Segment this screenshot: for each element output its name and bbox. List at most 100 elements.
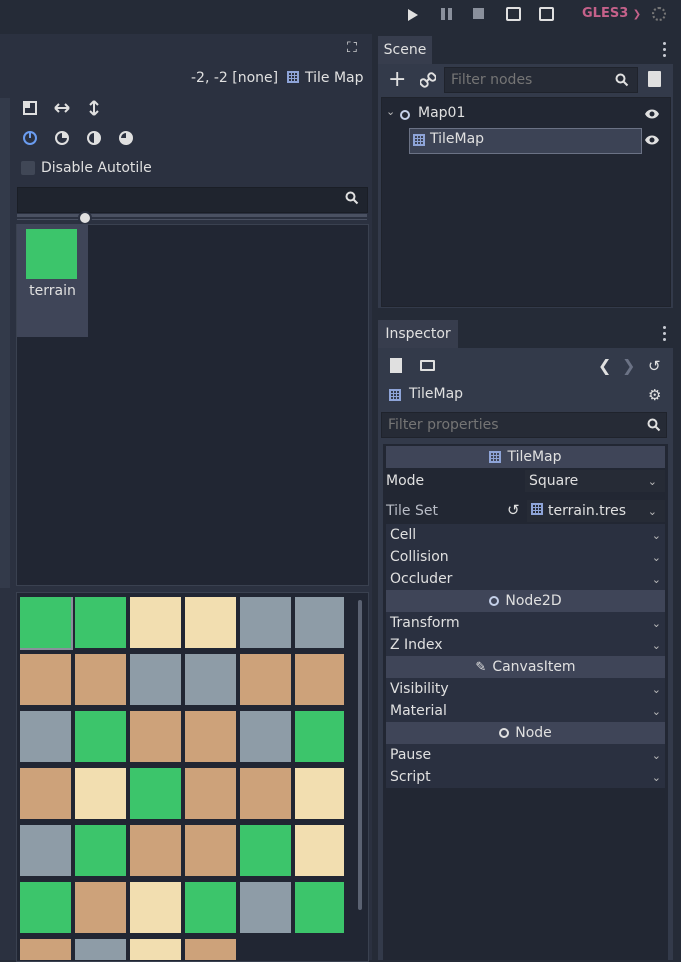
atlas-tile[interactable] (295, 768, 344, 819)
atlas-tile[interactable] (130, 711, 181, 762)
atlas-grid (20, 597, 344, 960)
pause-icon[interactable] (441, 8, 452, 20)
section-cell[interactable]: Cell ⌄ (386, 524, 665, 546)
atlas-tile[interactable] (20, 825, 71, 876)
atlas-tile[interactable] (240, 825, 291, 876)
visibility-eye-icon[interactable] (644, 134, 660, 150)
tree-node-map01[interactable]: Map01 (418, 105, 465, 121)
atlas-tile[interactable] (20, 768, 71, 819)
section-occluder[interactable]: Occluder ⌄ (386, 568, 665, 590)
rotate-90-icon[interactable] (49, 125, 75, 151)
paint-tool-icon[interactable] (17, 95, 43, 121)
mode-select[interactable]: Square ⌄ (525, 470, 665, 492)
flip-horizontal-icon[interactable] (49, 95, 75, 121)
atlas-tile[interactable] (185, 825, 236, 876)
atlas-scrollbar[interactable] (358, 600, 362, 910)
inspector-menu-icon[interactable] (663, 326, 666, 341)
atlas-tile[interactable] (185, 711, 236, 762)
play-custom-scene-icon[interactable] (539, 7, 554, 21)
new-resource-icon[interactable] (390, 358, 402, 373)
tab-scene[interactable]: Scene (378, 36, 432, 64)
stop-icon[interactable] (473, 8, 484, 19)
tile-search-input[interactable] (17, 187, 368, 213)
atlas-tile[interactable] (75, 939, 126, 960)
chevron-down-icon: ⌄ (651, 616, 661, 630)
atlas-tile[interactable] (185, 882, 236, 933)
disable-autotile-checkbox[interactable] (21, 161, 35, 175)
inspected-object-label: TileMap (409, 386, 464, 402)
visibility-eye-icon[interactable] (644, 108, 660, 124)
add-node-icon[interactable]: + (388, 69, 406, 91)
atlas-tile[interactable] (75, 768, 126, 819)
object-tools-icon[interactable]: ⚙ (648, 386, 661, 404)
instance-link-icon[interactable] (419, 72, 437, 92)
section-z-index[interactable]: Z Index ⌄ (386, 634, 665, 656)
section-script[interactable]: Script ⌄ (386, 766, 665, 788)
section-transform[interactable]: Transform ⌄ (386, 612, 665, 634)
open-folder-icon[interactable] (420, 360, 435, 371)
scene-menu-icon[interactable] (663, 42, 666, 57)
atlas-tile[interactable] (295, 711, 344, 762)
atlas-tile[interactable] (185, 768, 236, 819)
slider-track (17, 219, 367, 220)
atlas-tile[interactable] (185, 939, 236, 960)
tile-zoom-slider[interactable] (17, 214, 367, 217)
object-history-icon[interactable]: ↺ (648, 357, 661, 375)
atlas-tile[interactable] (130, 768, 181, 819)
revert-icon[interactable]: ↺ (507, 501, 520, 519)
atlas-tile[interactable] (75, 711, 126, 762)
section-pause[interactable]: Pause ⌄ (386, 744, 665, 766)
play-scene-icon[interactable] (506, 7, 521, 21)
atlas-tile[interactable] (240, 882, 291, 933)
section-visibility[interactable]: Visibility ⌄ (386, 678, 665, 700)
atlas-tile[interactable] (185, 654, 236, 705)
section-label: Cell (390, 527, 417, 543)
flip-vertical-icon[interactable] (81, 95, 107, 121)
collapse-arrow-icon[interactable]: ⌄ (386, 105, 395, 118)
section-collision[interactable]: Collision ⌄ (386, 546, 665, 568)
atlas-tile[interactable] (240, 654, 291, 705)
filter-properties-input[interactable] (381, 412, 667, 438)
atlas-tile[interactable] (75, 597, 126, 648)
atlas-tile[interactable] (130, 825, 181, 876)
atlas-tile[interactable] (75, 825, 126, 876)
chevron-down-icon: ⌄ (651, 704, 661, 718)
atlas-tile[interactable] (295, 882, 344, 933)
section-label: Material (390, 703, 447, 719)
atlas-tile[interactable] (295, 825, 344, 876)
atlas-tile[interactable] (20, 597, 73, 650)
atlas-tile[interactable] (75, 882, 126, 933)
atlas-tile[interactable] (130, 882, 181, 933)
atlas-tile[interactable] (295, 654, 344, 705)
rotate-180-icon[interactable] (81, 125, 107, 151)
atlas-tile[interactable] (130, 654, 181, 705)
chevron-down-icon: ⌄ (651, 572, 661, 586)
atlas-tile[interactable] (75, 654, 126, 705)
atlas-tile[interactable] (20, 711, 71, 762)
rotate-0-icon[interactable] (17, 125, 43, 151)
category-label: Node2D (505, 593, 562, 609)
atlas-tile[interactable] (240, 768, 291, 819)
atlas-tile[interactable] (295, 597, 344, 648)
atlas-tile[interactable] (130, 597, 181, 648)
renderer-select[interactable]: GLES3 ❯ (582, 6, 641, 21)
rotate-270-icon[interactable] (113, 125, 139, 151)
fullscreen-icon[interactable]: ⛶ (347, 40, 357, 56)
history-back-icon[interactable]: ❮ (598, 356, 611, 375)
atlas-tile[interactable] (185, 597, 236, 648)
atlas-tile[interactable] (240, 597, 291, 648)
atlas-tile[interactable] (20, 882, 71, 933)
tab-inspector[interactable]: Inspector (378, 320, 458, 348)
atlas-tile[interactable] (20, 939, 71, 960)
atlas-tile[interactable] (20, 654, 71, 705)
play-icon[interactable] (408, 9, 418, 21)
section-material[interactable]: Material ⌄ (386, 700, 665, 722)
attach-script-icon[interactable] (648, 71, 661, 87)
filter-nodes-input[interactable] (444, 67, 638, 93)
tileset-resource-picker[interactable]: terrain.tres ⌄ (527, 500, 665, 522)
section-label: Visibility (390, 681, 449, 697)
slider-grabber[interactable] (78, 211, 92, 225)
history-forward-icon[interactable]: ❯ (622, 356, 635, 375)
atlas-tile[interactable] (130, 939, 181, 960)
atlas-tile[interactable] (240, 711, 291, 762)
